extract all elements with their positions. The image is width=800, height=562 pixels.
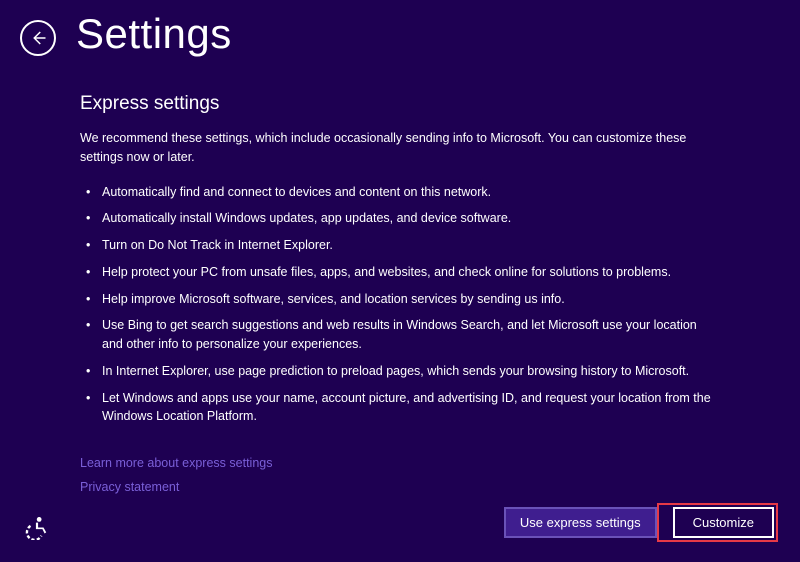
intro-text: We recommend these settings, which inclu… <box>80 129 720 167</box>
list-item: Turn on Do Not Track in Internet Explore… <box>80 236 720 255</box>
accessibility-icon[interactable] <box>24 514 50 540</box>
settings-list: Automatically find and connect to device… <box>80 183 720 427</box>
arrow-left-icon <box>29 29 47 47</box>
list-item: Let Windows and apps use your name, acco… <box>80 389 720 427</box>
section-title: Express settings <box>80 93 720 115</box>
list-item: Automatically find and connect to device… <box>80 183 720 202</box>
back-button[interactable] <box>20 20 56 56</box>
page-title: Settings <box>76 10 232 58</box>
list-item: Use Bing to get search suggestions and w… <box>80 316 720 354</box>
use-express-settings-button[interactable]: Use express settings <box>504 507 657 538</box>
privacy-statement-link[interactable]: Privacy statement <box>80 480 179 494</box>
list-item: Help improve Microsoft software, service… <box>80 290 720 309</box>
learn-more-link[interactable]: Learn more about express settings <box>80 456 272 470</box>
list-item: Automatically install Windows updates, a… <box>80 209 720 228</box>
customize-button[interactable]: Customize <box>673 507 774 538</box>
list-item: In Internet Explorer, use page predictio… <box>80 362 720 381</box>
list-item: Help protect your PC from unsafe files, … <box>80 263 720 282</box>
customize-highlight: Customize <box>657 503 778 542</box>
